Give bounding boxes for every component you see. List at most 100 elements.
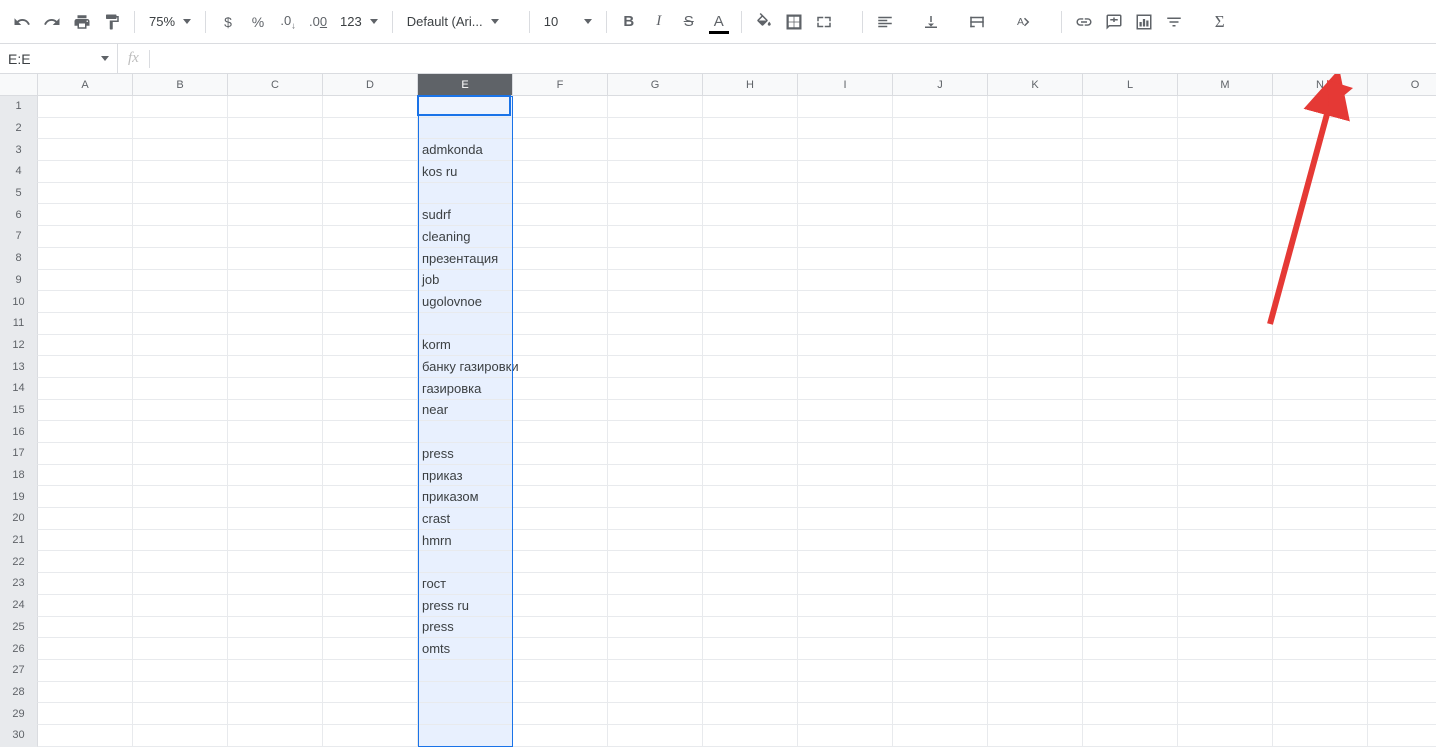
cell[interactable]: [1178, 313, 1273, 335]
cell[interactable]: [1368, 161, 1436, 183]
italic-button[interactable]: I: [645, 8, 673, 36]
cell[interactable]: [418, 118, 513, 140]
font-size-select[interactable]: 10: [538, 8, 598, 36]
cell[interactable]: [798, 421, 893, 443]
cell[interactable]: [893, 118, 988, 140]
cell[interactable]: [1273, 356, 1368, 378]
cell[interactable]: [513, 226, 608, 248]
row-header[interactable]: 29: [0, 703, 38, 725]
cell[interactable]: [418, 421, 513, 443]
cell[interactable]: [228, 96, 323, 118]
cell[interactable]: [608, 356, 703, 378]
cell[interactable]: [513, 421, 608, 443]
cell[interactable]: [133, 682, 228, 704]
cell[interactable]: [38, 291, 133, 313]
cell[interactable]: [988, 378, 1083, 400]
column-header-O[interactable]: O: [1368, 74, 1436, 96]
cell[interactable]: [133, 335, 228, 357]
cell[interactable]: [513, 551, 608, 573]
cell[interactable]: [1083, 291, 1178, 313]
cell[interactable]: [323, 573, 418, 595]
row-header[interactable]: 3: [0, 139, 38, 161]
redo-button[interactable]: [38, 8, 66, 36]
cell[interactable]: [1368, 703, 1436, 725]
cell[interactable]: [1083, 638, 1178, 660]
cell[interactable]: [1273, 183, 1368, 205]
cell[interactable]: [1273, 573, 1368, 595]
cell[interactable]: [133, 617, 228, 639]
cell[interactable]: [1083, 161, 1178, 183]
cell[interactable]: [1368, 682, 1436, 704]
cell[interactable]: [38, 248, 133, 270]
cell[interactable]: [418, 551, 513, 573]
cell[interactable]: [1083, 226, 1178, 248]
cell[interactable]: [1083, 530, 1178, 552]
cell[interactable]: [418, 96, 513, 118]
cell[interactable]: [228, 118, 323, 140]
cell[interactable]: [703, 139, 798, 161]
cell[interactable]: [38, 486, 133, 508]
cell[interactable]: [893, 356, 988, 378]
cell[interactable]: [703, 465, 798, 487]
row-header[interactable]: 23: [0, 573, 38, 595]
cell[interactable]: [1368, 291, 1436, 313]
cell[interactable]: [608, 313, 703, 335]
insert-comment-button[interactable]: [1100, 8, 1128, 36]
cell[interactable]: [608, 139, 703, 161]
row-header[interactable]: 16: [0, 421, 38, 443]
cell[interactable]: [1273, 400, 1368, 422]
cell[interactable]: admkonda: [418, 139, 513, 161]
cell[interactable]: [893, 725, 988, 747]
cell[interactable]: [988, 551, 1083, 573]
cell[interactable]: [703, 118, 798, 140]
cell[interactable]: [798, 573, 893, 595]
column-header-J[interactable]: J: [893, 74, 988, 96]
text-rotation-button[interactable]: A: [1009, 8, 1037, 36]
create-filter-button[interactable]: [1160, 8, 1188, 36]
cell[interactable]: [133, 204, 228, 226]
cell[interactable]: [323, 486, 418, 508]
cell[interactable]: [1273, 617, 1368, 639]
cell[interactable]: [1273, 139, 1368, 161]
cell[interactable]: [703, 530, 798, 552]
cell[interactable]: [703, 682, 798, 704]
cell[interactable]: [38, 465, 133, 487]
cell[interactable]: приказом: [418, 486, 513, 508]
cell[interactable]: [38, 682, 133, 704]
cell[interactable]: [38, 161, 133, 183]
cell[interactable]: [608, 638, 703, 660]
cell[interactable]: [1368, 508, 1436, 530]
cell[interactable]: [893, 335, 988, 357]
cell[interactable]: [513, 486, 608, 508]
cell[interactable]: [893, 703, 988, 725]
column-header-D[interactable]: D: [323, 74, 418, 96]
cell[interactable]: [703, 443, 798, 465]
cell[interactable]: [513, 118, 608, 140]
cell[interactable]: [133, 161, 228, 183]
cell[interactable]: [418, 183, 513, 205]
cell[interactable]: [988, 617, 1083, 639]
cell[interactable]: [798, 465, 893, 487]
cell[interactable]: [1273, 204, 1368, 226]
row-header[interactable]: 28: [0, 682, 38, 704]
cell[interactable]: [1083, 270, 1178, 292]
cell[interactable]: [703, 486, 798, 508]
text-wrap-button[interactable]: [963, 8, 991, 36]
merge-cells-button[interactable]: [810, 8, 838, 36]
cell[interactable]: [988, 335, 1083, 357]
insert-link-button[interactable]: [1070, 8, 1098, 36]
cell[interactable]: [798, 161, 893, 183]
cell[interactable]: [133, 443, 228, 465]
cell[interactable]: [988, 400, 1083, 422]
cell[interactable]: [1178, 291, 1273, 313]
cell[interactable]: [418, 313, 513, 335]
cell[interactable]: [1083, 356, 1178, 378]
cell[interactable]: [608, 703, 703, 725]
cell[interactable]: [133, 486, 228, 508]
cell[interactable]: [893, 486, 988, 508]
cell[interactable]: [798, 551, 893, 573]
cell[interactable]: [513, 400, 608, 422]
cell[interactable]: [1083, 573, 1178, 595]
cell[interactable]: [133, 291, 228, 313]
cell[interactable]: [798, 335, 893, 357]
